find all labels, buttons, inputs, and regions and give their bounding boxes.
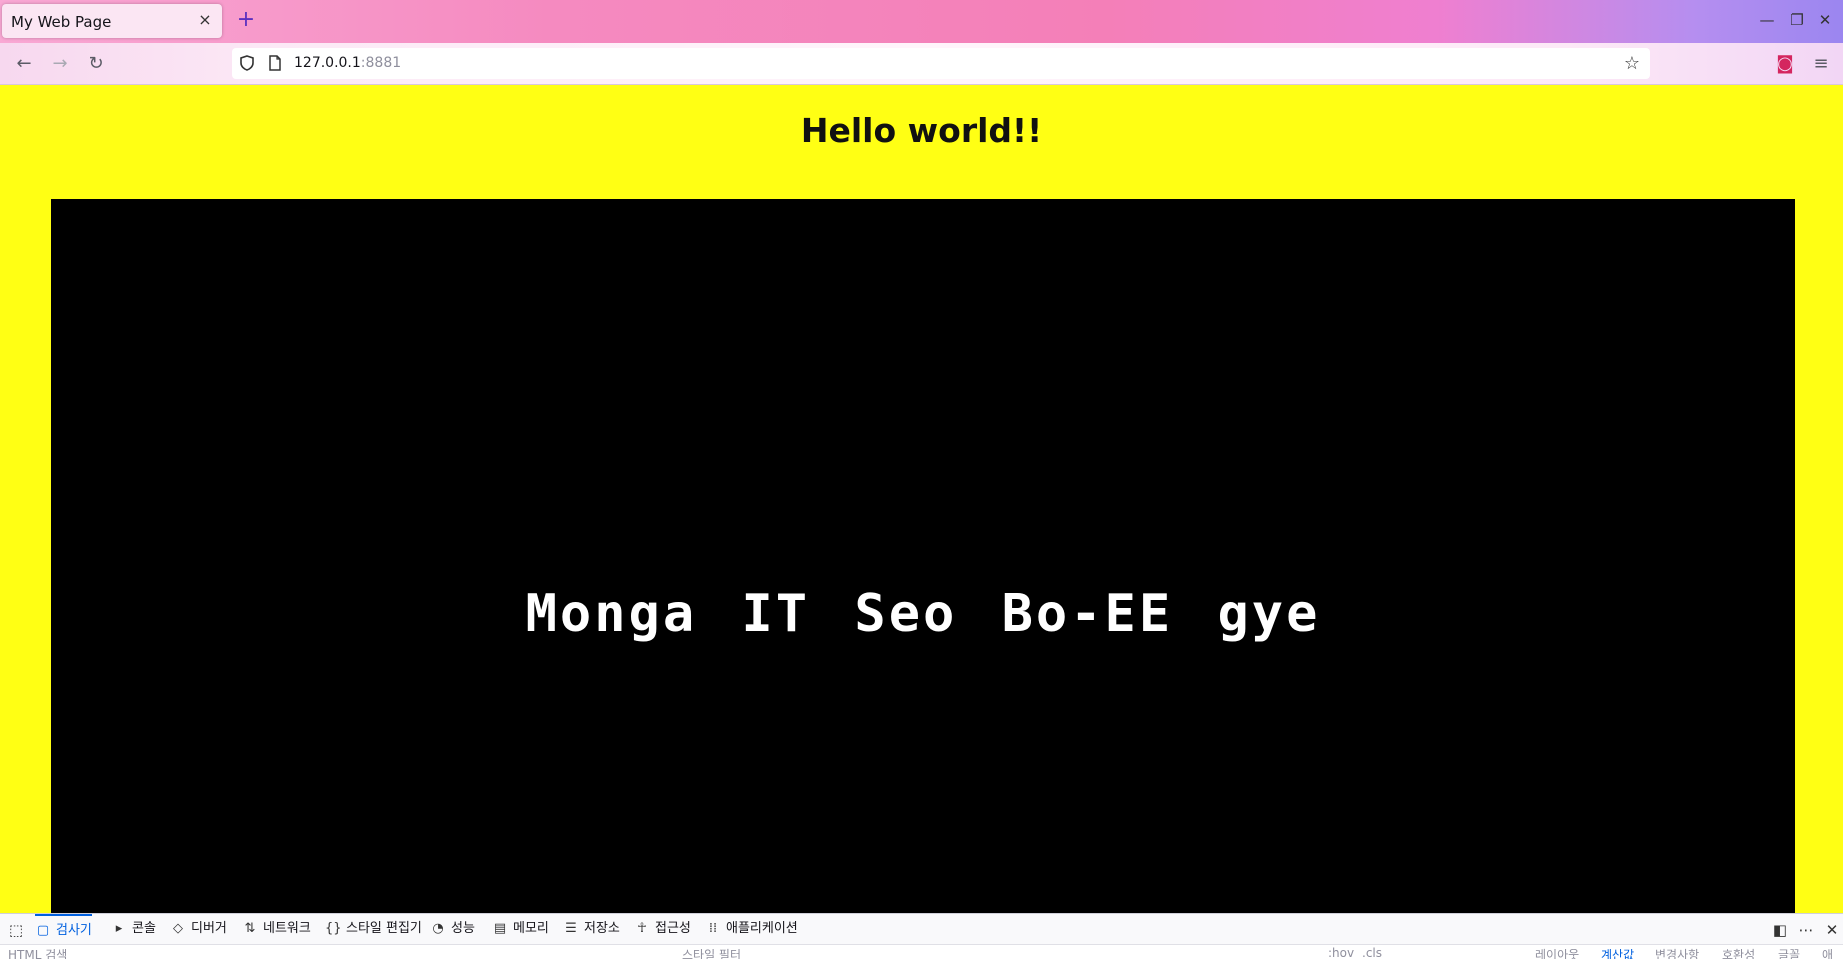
tab-title: My Web Page — [11, 13, 112, 31]
back-button[interactable]: ← — [11, 51, 37, 77]
devtools-tab-accessibility[interactable]: ☥ 접근성 — [634, 914, 691, 944]
restore-icon[interactable]: ❐ — [1787, 10, 1807, 30]
memory-icon: ▤ — [493, 921, 507, 936]
element-picker-icon[interactable]: ⬚ — [6, 920, 26, 940]
devtools-tab-label: 애플리케이션 — [726, 921, 798, 936]
reload-button[interactable]: ↻ — [83, 51, 109, 77]
devtools-close-icon[interactable]: ✕ — [1822, 920, 1842, 940]
pocket-icon[interactable]: ◙ — [1772, 51, 1798, 77]
devtools-tab-label: 메모리 — [513, 921, 549, 936]
game-canvas[interactable]: Monga IT Seo Bo-EE gye — [51, 199, 1795, 913]
network-icon: ⇅ — [244, 921, 256, 936]
devtools-tab-label: 콘솔 — [132, 921, 156, 936]
new-tab-button[interactable]: + — [236, 9, 256, 31]
devtools-tab-label: 검사기 — [56, 923, 92, 938]
tracking-protection-shield-icon[interactable] — [238, 54, 256, 72]
browser-tab[interactable]: My Web Page × — [2, 4, 222, 38]
style-filter-input[interactable]: 스타일 필터 — [682, 946, 741, 959]
web-page-content: Hello world!! Monga IT Seo Bo-EE gye — [0, 85, 1843, 913]
devtools-panel: ⬚ ▢ 검사기 ▸ 콘솔 ◇ 디버거 ⇅ 네트워크 {} 스타일 편집기 ◔ 성능 ▤ 메모리 ☰ 저장소 ☥ 접… — [0, 913, 1843, 959]
minimize-icon[interactable]: — — [1757, 10, 1777, 30]
debugger-icon: ◇ — [173, 921, 183, 936]
accessibility-icon: ☥ — [637, 921, 647, 936]
devtools-tab-network[interactable]: ⇅ 네트워크 — [242, 914, 311, 944]
devtools-tab-performance[interactable]: ◔ 성능 — [430, 914, 475, 944]
class-toggle[interactable]: .cls — [1362, 946, 1382, 959]
storage-icon: ☰ — [565, 921, 577, 936]
inspector-icon: ▢ — [36, 923, 50, 938]
devtools-tab-debugger[interactable]: ◇ 디버거 — [170, 914, 227, 944]
devtools-tab-application[interactable]: ⁞⁞ 애플리케이션 — [705, 914, 798, 944]
computed-tab[interactable]: 계산값 — [1601, 946, 1634, 959]
page-heading: Hello world!! — [800, 111, 1043, 150]
devtools-tab-label: 접근성 — [655, 921, 691, 936]
page-info-icon[interactable] — [266, 54, 284, 72]
devtools-tab-memory[interactable]: ▤ 메모리 — [492, 914, 549, 944]
fonts-tab[interactable]: 글꼴 — [1778, 946, 1800, 959]
app-menu-icon[interactable]: ≡ — [1808, 51, 1834, 77]
bookmark-star-icon[interactable]: ☆ — [1624, 53, 1640, 74]
devtools-tab-label: 네트워크 — [263, 921, 311, 936]
canvas-text: Monga IT Seo Bo-EE gye — [525, 584, 1321, 644]
console-icon: ▸ — [115, 921, 123, 936]
changes-tab[interactable]: 변경사항 — [1655, 946, 1699, 959]
window-close-icon[interactable]: ✕ — [1815, 10, 1835, 30]
devtools-tab-label: 저장소 — [584, 921, 620, 936]
devtools-tab-bar: ⬚ ▢ 검사기 ▸ 콘솔 ◇ 디버거 ⇅ 네트워크 {} 스타일 편집기 ◔ 성능 ▤ 메모리 ☰ 저장소 ☥ 접… — [0, 914, 1843, 944]
html-search-input[interactable]: HTML 검색 — [8, 946, 67, 959]
devtools-tab-label: 스타일 편집기 — [346, 921, 422, 936]
devtools-tab-console[interactable]: ▸ 콘솔 — [111, 914, 156, 944]
navigation-toolbar: ← → ↻ 127.0.0.1:8881 ☆ ◙ ≡ — [0, 43, 1843, 85]
animations-tab[interactable]: 애 — [1822, 946, 1833, 959]
pseudo-class-toggle[interactable]: :hov — [1328, 946, 1354, 959]
url-text[interactable]: 127.0.0.1:8881 — [294, 55, 401, 71]
devtools-tab-label: 성능 — [451, 921, 475, 936]
url-bar[interactable]: 127.0.0.1:8881 ☆ — [232, 48, 1650, 79]
devtools-tab-label: 디버거 — [191, 921, 227, 936]
compatibility-tab[interactable]: 호환성 — [1722, 946, 1755, 959]
performance-icon: ◔ — [432, 921, 444, 936]
application-icon: ⁞⁞ — [708, 921, 718, 936]
devtools-tab-inspector[interactable]: ▢ 검사기 — [35, 914, 92, 946]
url-host: 127.0.0.1 — [294, 55, 361, 71]
browser-tab-strip: My Web Page × + — ❐ ✕ — [0, 0, 1843, 43]
style-editor-icon: {} — [325, 921, 342, 936]
dock-side-icon[interactable]: ◧ — [1770, 920, 1790, 940]
url-port: :8881 — [360, 55, 402, 71]
layout-tab[interactable]: 레이아웃 — [1535, 946, 1579, 959]
devtools-tab-style-editor[interactable]: {} 스타일 편집기 — [325, 914, 422, 944]
close-tab-icon[interactable]: × — [197, 12, 213, 28]
forward-button[interactable]: → — [47, 51, 73, 77]
devtools-tab-storage[interactable]: ☰ 저장소 — [563, 914, 620, 944]
more-options-icon[interactable]: ⋯ — [1796, 920, 1816, 940]
